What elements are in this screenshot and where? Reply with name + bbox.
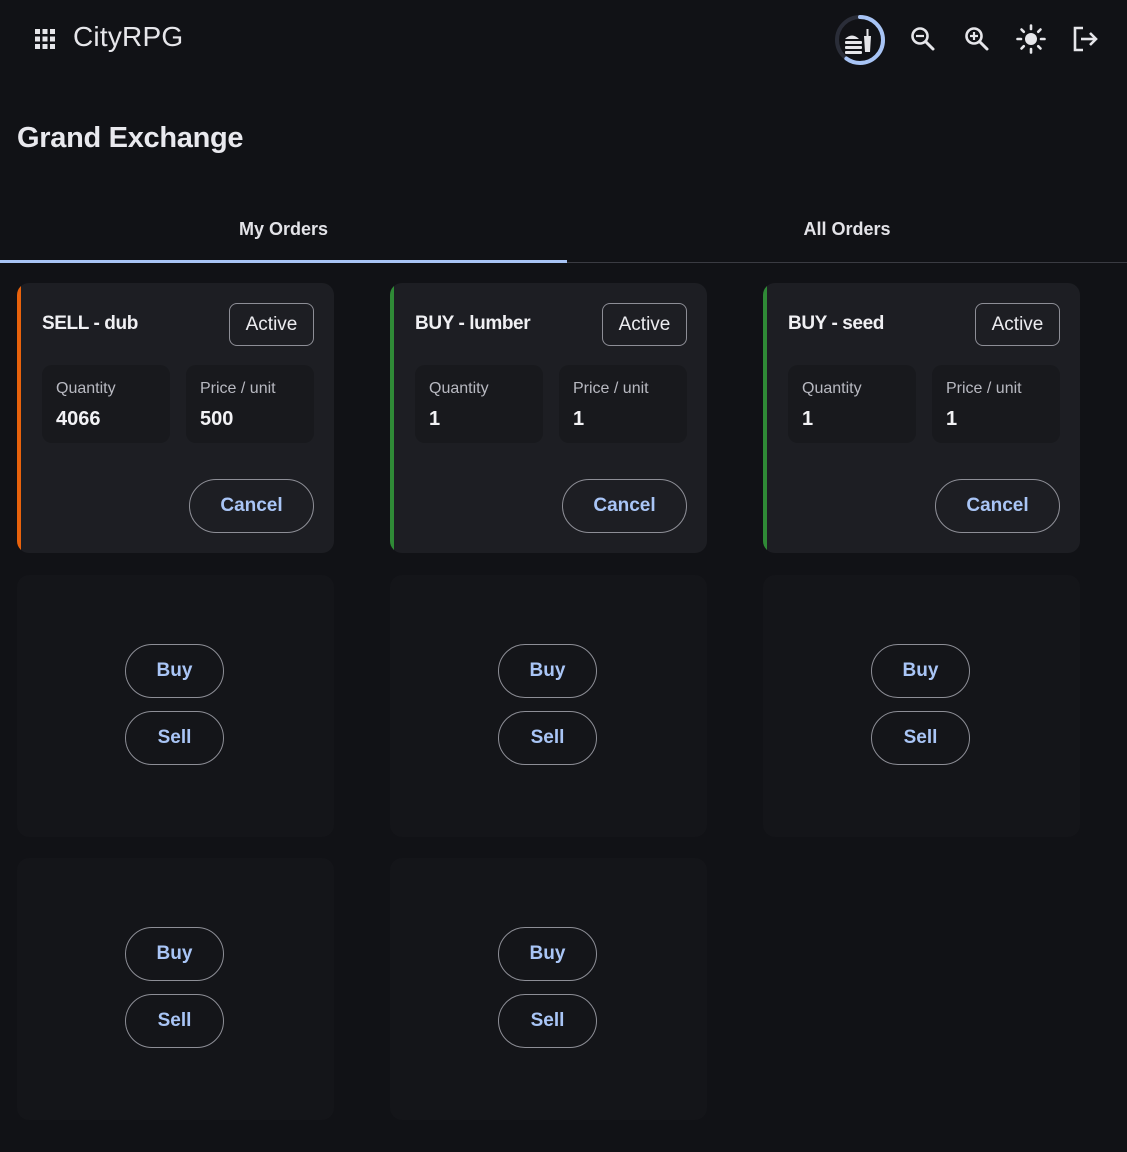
zoom-out-button[interactable] — [905, 21, 941, 57]
quantity-label: Quantity — [429, 380, 489, 397]
order-accent-bar — [17, 283, 21, 553]
quantity-stat: Quantity 1 — [415, 365, 543, 443]
tab-all-orders[interactable]: All Orders — [567, 196, 1127, 262]
empty-order-slot: Buy Sell — [763, 575, 1080, 837]
tab-bar: My Orders All Orders — [0, 196, 1127, 263]
price-value: 1 — [573, 408, 585, 430]
page-title: Grand Exchange — [17, 122, 244, 154]
logout-icon — [1073, 26, 1098, 52]
price-stat: Price / unit 1 — [932, 365, 1060, 443]
app-title: CityRPG — [73, 21, 184, 52]
order-card-buy-lumber: BUY - lumber Active Quantity 1 Price / u… — [390, 283, 707, 553]
quantity-value: 4066 — [56, 408, 101, 430]
quantity-value: 1 — [429, 408, 441, 430]
buy-button[interactable]: Buy — [125, 644, 224, 698]
order-card-buy-seed: BUY - seed Active Quantity 1 Price / uni… — [763, 283, 1080, 553]
brightness-icon — [1016, 24, 1046, 54]
status-badge: Active — [229, 303, 314, 346]
sell-button[interactable]: Sell — [498, 994, 597, 1048]
order-card-sell-dub: SELL - dub Active Quantity 4066 Price / … — [17, 283, 334, 553]
price-value: 1 — [946, 408, 958, 430]
price-stat: Price / unit 1 — [559, 365, 687, 443]
sell-button[interactable]: Sell — [871, 711, 970, 765]
order-accent-bar — [763, 283, 767, 553]
empty-order-slot: Buy Sell — [17, 858, 334, 1120]
quantity-label: Quantity — [802, 380, 862, 397]
quantity-value: 1 — [802, 408, 814, 430]
quantity-stat: Quantity 1 — [788, 365, 916, 443]
status-badge: Active — [975, 303, 1060, 346]
buy-button[interactable]: Buy — [125, 927, 224, 981]
quantity-label: Quantity — [56, 380, 116, 397]
cancel-order-button[interactable]: Cancel — [935, 479, 1060, 533]
empty-order-slot: Buy Sell — [17, 575, 334, 837]
price-label: Price / unit — [200, 380, 276, 397]
zoom-out-icon — [911, 27, 935, 51]
zoom-in-button[interactable] — [959, 21, 995, 57]
price-label: Price / unit — [573, 380, 649, 397]
cancel-order-button[interactable]: Cancel — [562, 479, 687, 533]
sell-button[interactable]: Sell — [125, 711, 224, 765]
sell-button[interactable]: Sell — [498, 711, 597, 765]
price-stat: Price / unit 500 — [186, 365, 314, 443]
quantity-stat: Quantity 4066 — [42, 365, 170, 443]
order-title: BUY - lumber — [415, 313, 531, 334]
order-title: SELL - dub — [42, 313, 138, 334]
logout-button[interactable] — [1067, 21, 1103, 57]
price-label: Price / unit — [946, 380, 1022, 397]
cancel-order-button[interactable]: Cancel — [189, 479, 314, 533]
tab-my-orders[interactable]: My Orders — [0, 196, 567, 263]
brightness-toggle-button[interactable] — [1013, 21, 1049, 57]
empty-order-slot: Buy Sell — [390, 575, 707, 837]
price-value: 500 — [200, 408, 234, 430]
buy-button[interactable]: Buy — [498, 927, 597, 981]
order-title: BUY - seed — [788, 313, 884, 334]
zoom-in-icon — [965, 27, 989, 51]
buy-button[interactable]: Buy — [498, 644, 597, 698]
status-badge: Active — [602, 303, 687, 346]
empty-order-slot: Buy Sell — [390, 858, 707, 1120]
apps-grid-icon[interactable] — [34, 28, 56, 50]
buy-button[interactable]: Buy — [871, 644, 970, 698]
sell-button[interactable]: Sell — [125, 994, 224, 1048]
cooldown-timer-icon — [835, 15, 885, 65]
top-app-bar: CityRPG — [0, 0, 1127, 78]
order-accent-bar — [390, 283, 394, 553]
